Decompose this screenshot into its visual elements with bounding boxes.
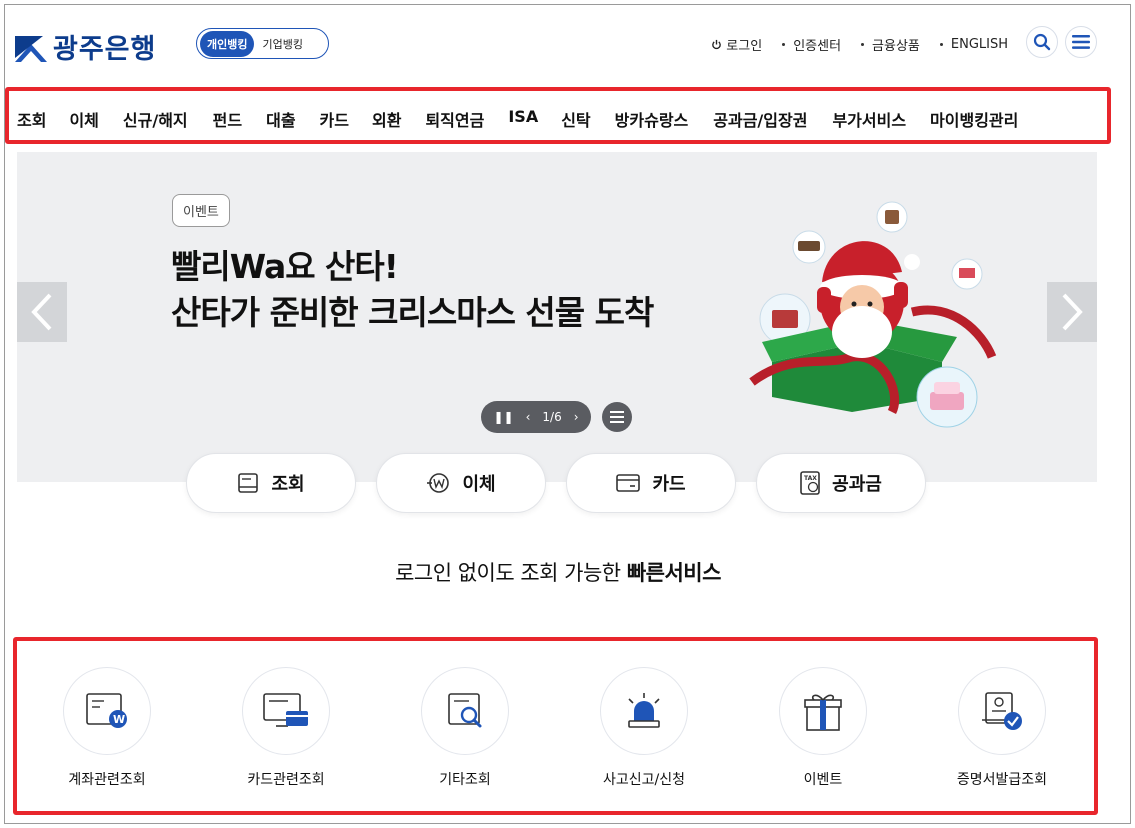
- banner-line-1: 빨리Wa요 산타!: [171, 247, 399, 286]
- nav-item[interactable]: 신탁: [561, 107, 590, 131]
- service-card-inquiry[interactable]: 카드관련조회: [206, 667, 366, 789]
- nav-item[interactable]: 대출: [266, 107, 295, 131]
- service-account-inquiry[interactable]: W 계좌관련조회: [27, 667, 187, 789]
- login-label: 로그인: [726, 39, 763, 54]
- fast-service-title: 로그인 없이도 조회 가능한 빠른서비스: [395, 561, 721, 585]
- card-inquiry-icon: [242, 667, 330, 755]
- santa-gift-illustration: [749, 201, 997, 428]
- service-label: 사고신고/신청: [603, 772, 685, 788]
- nav-item[interactable]: 이체: [69, 107, 98, 131]
- corporate-banking-tab[interactable]: 기업뱅킹: [258, 31, 306, 57]
- list-icon: [610, 411, 624, 423]
- products-link[interactable]: 금융상품: [861, 35, 920, 54]
- cert-center-link[interactable]: 인증센터: [782, 35, 841, 54]
- service-event[interactable]: 이벤트: [743, 667, 903, 789]
- bank-type-toggle: 개인뱅킹 기업뱅킹: [196, 28, 329, 59]
- service-label: 증명서발급조회: [956, 772, 1048, 788]
- quick-utility-bill-button[interactable]: TAX 공과금: [756, 453, 926, 513]
- browser-page: 광주은행 개인뱅킹 기업뱅킹 로그인 인증센터 금융상품 ENGLISH 조회 …: [4, 4, 1131, 824]
- nav-item[interactable]: 외환: [372, 107, 401, 131]
- nav-item[interactable]: 방카슈랑스: [615, 107, 689, 131]
- english-link[interactable]: ENGLISH: [939, 37, 1008, 52]
- account-book-icon: [238, 473, 259, 493]
- nav-item[interactable]: 부가서비스: [832, 107, 906, 131]
- banner-list-button[interactable]: [602, 402, 632, 432]
- logo-mark-icon: [15, 32, 47, 62]
- pager-next-icon[interactable]: ›: [574, 410, 579, 424]
- nav-item[interactable]: 카드: [320, 107, 349, 131]
- quick-card-label: 카드: [652, 474, 686, 495]
- pager-prev-icon[interactable]: ‹: [526, 410, 531, 424]
- hamburger-icon: [1072, 35, 1090, 49]
- nav-item[interactable]: 펀드: [213, 107, 242, 131]
- svg-text:TAX: TAX: [804, 475, 817, 482]
- banner-prev-button[interactable]: [17, 282, 67, 342]
- won-transfer-icon: [427, 473, 450, 493]
- logo-text: 광주은행: [53, 34, 157, 65]
- tax-receipt-icon: TAX: [800, 471, 820, 495]
- service-other-inquiry[interactable]: 기타조회: [385, 667, 545, 789]
- power-icon: [712, 39, 722, 50]
- banner-line-2: 산타가 준비한 크리스마스 선물 도착: [171, 293, 654, 332]
- nav-item[interactable]: 조회: [17, 107, 46, 131]
- service-incident-report[interactable]: 사고신고/신청: [564, 667, 724, 789]
- account-inquiry-icon: W: [63, 667, 151, 755]
- pause-icon[interactable]: ❚❚: [493, 410, 513, 424]
- search-icon: [1033, 33, 1051, 51]
- service-certificate[interactable]: 증명서발급조회: [922, 667, 1082, 789]
- bank-logo[interactable]: 광주은행: [15, 27, 156, 66]
- service-label: 카드관련조회: [247, 772, 325, 788]
- service-label: 기타조회: [439, 772, 491, 788]
- quick-transfer-label: 이체: [462, 474, 496, 495]
- nav-item[interactable]: 신규/해지: [123, 107, 188, 131]
- english-label: ENGLISH: [950, 37, 1008, 52]
- search-button[interactable]: [1026, 26, 1058, 58]
- nav-item[interactable]: 퇴직연금: [425, 107, 484, 131]
- nav-item[interactable]: 마이뱅킹관리: [930, 107, 1018, 131]
- siren-icon: [600, 667, 688, 755]
- banner-headline: 빨리Wa요 산타! 산타가 준비한 크리스마스 선물 도착: [171, 244, 654, 336]
- menu-button[interactable]: [1065, 26, 1097, 58]
- service-label: 이벤트: [803, 772, 843, 788]
- quick-inquiry-label: 조회: [271, 474, 305, 495]
- main-nav: 조회 이체 신규/해지 펀드 대출 카드 외환 퇴직연금 ISA 신탁 방카슈랑…: [17, 107, 1018, 131]
- event-banner[interactable]: 이벤트 빨리Wa요 산타! 산타가 준비한 크리스마스 선물 도착 ❚❚ ‹ 1…: [17, 152, 1097, 482]
- gift-icon: [779, 667, 867, 755]
- login-link[interactable]: 로그인: [711, 35, 762, 54]
- certificate-icon: [958, 667, 1046, 755]
- nav-item[interactable]: ISA: [508, 107, 538, 131]
- banner-tag: 이벤트: [172, 194, 230, 227]
- banner-next-button[interactable]: [1047, 282, 1097, 342]
- pager-count: 1/6: [542, 410, 562, 424]
- card-icon: [616, 474, 641, 492]
- quick-utility-bill-label: 공과금: [832, 474, 882, 495]
- quick-inquiry-button[interactable]: 조회: [186, 453, 356, 513]
- document-search-icon: [421, 667, 509, 755]
- quick-transfer-button[interactable]: 이체: [376, 453, 546, 513]
- banner-pager: ❚❚ ‹ 1/6 ›: [481, 401, 591, 433]
- service-label: 계좌관련조회: [68, 772, 146, 788]
- quick-card-button[interactable]: 카드: [566, 453, 736, 513]
- personal-banking-tab[interactable]: 개인뱅킹: [200, 30, 255, 57]
- svg-text:W: W: [113, 713, 125, 726]
- chevron-right-icon: [1062, 293, 1083, 331]
- products-label: 금융상품: [872, 39, 920, 54]
- chevron-left-icon: [31, 293, 52, 331]
- nav-item[interactable]: 공과금/입장권: [713, 107, 807, 131]
- header: 광주은행 개인뱅킹 기업뱅킹 로그인 인증센터 금융상품 ENGLISH: [5, 5, 1130, 85]
- utility-menu: 로그인 인증센터 금융상품 ENGLISH: [711, 35, 1008, 54]
- cert-center-label: 인증센터: [793, 39, 842, 54]
